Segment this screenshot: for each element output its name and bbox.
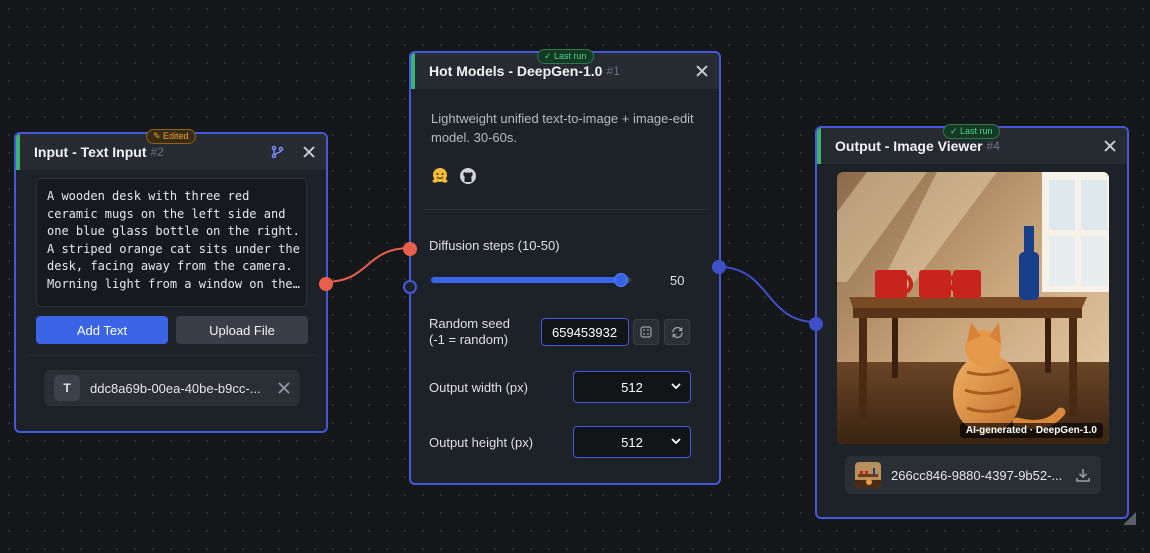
steps-slider[interactable] <box>431 273 631 287</box>
divider <box>28 355 316 356</box>
last-run-badge: ✓ Last run <box>943 124 1000 139</box>
height-label: Output height (px) <box>429 435 534 450</box>
seed-input[interactable]: 659453932 <box>541 318 629 346</box>
image-viewer-node[interactable]: Output - Image Viewer #4 ✓ Last run AI-g… <box>809 124 1129 519</box>
model-node[interactable]: Hot Models - DeepGen-1.0 #1 ✓ Last run L… <box>403 49 726 485</box>
width-select[interactable]: 512 <box>573 371 691 403</box>
generated-image[interactable]: AI-generated · DeepGen-1.0 <box>837 172 1109 444</box>
dice-icon[interactable] <box>633 319 659 345</box>
file-name: 266cc846-9880-4397-9b52-... <box>891 467 1063 483</box>
edited-badge: ✎ Edited <box>146 129 196 144</box>
file-chip[interactable]: T ddc8a69b-00ea-40be-b9cc-... <box>44 370 300 406</box>
divider <box>423 209 709 210</box>
image-input-port[interactable] <box>403 280 417 294</box>
text-output-port[interactable] <box>319 277 333 291</box>
ai-watermark: AI-generated · DeepGen-1.0 <box>959 423 1103 438</box>
close-icon[interactable] <box>1103 139 1117 153</box>
refresh-icon[interactable] <box>664 319 690 345</box>
hugging-face-icon[interactable] <box>431 167 449 190</box>
height-value: 512 <box>621 434 643 450</box>
node-title: Input - Text Input <box>34 144 147 160</box>
file-name: ddc8a69b-00ea-40be-b9cc-... <box>90 380 261 396</box>
download-icon[interactable] <box>1075 467 1091 483</box>
slider-thumb[interactable] <box>614 273 628 287</box>
node-number: #4 <box>986 139 1000 153</box>
image-output-port[interactable] <box>712 260 726 274</box>
branch-icon[interactable] <box>270 145 284 159</box>
upload-file-button[interactable]: Upload File <box>176 316 308 344</box>
width-label: Output width (px) <box>429 380 528 395</box>
image-input-port[interactable] <box>809 317 823 331</box>
steps-label: Diffusion steps (10-50) <box>429 238 560 253</box>
node-title: Hot Models - DeepGen-1.0 <box>429 63 603 79</box>
github-icon[interactable] <box>459 167 477 190</box>
chevron-down-icon <box>670 380 682 395</box>
height-select[interactable]: 512 <box>573 426 691 458</box>
prompt-textarea[interactable]: A wooden desk with three red ceramic mug… <box>36 178 307 307</box>
node-number: #2 <box>150 145 164 159</box>
width-value: 512 <box>621 379 643 395</box>
model-description: Lightweight unified text-to-image + imag… <box>431 111 694 145</box>
remove-file-icon[interactable] <box>278 382 290 394</box>
text-file-icon: T <box>54 375 80 401</box>
slider-fill <box>431 277 621 283</box>
add-text-button[interactable]: Add Text <box>36 316 168 344</box>
chevron-down-icon <box>670 435 682 450</box>
prompt-input-port[interactable] <box>403 242 417 256</box>
close-icon[interactable] <box>695 64 709 78</box>
node-title: Output - Image Viewer <box>835 138 983 154</box>
steps-value: 50 <box>670 273 685 288</box>
last-run-badge: ✓ Last run <box>537 49 594 64</box>
close-icon[interactable] <box>302 145 316 159</box>
seed-label: Random seed (-1 = random) <box>429 316 510 347</box>
node-number: #1 <box>606 64 620 78</box>
text-input-node[interactable]: Input - Text Input #2 ✎ Edited A wooden … <box>14 129 333 433</box>
file-chip[interactable]: 266cc846-9880-4397-9b52-... <box>845 456 1101 494</box>
image-thumbnail <box>855 462 881 488</box>
